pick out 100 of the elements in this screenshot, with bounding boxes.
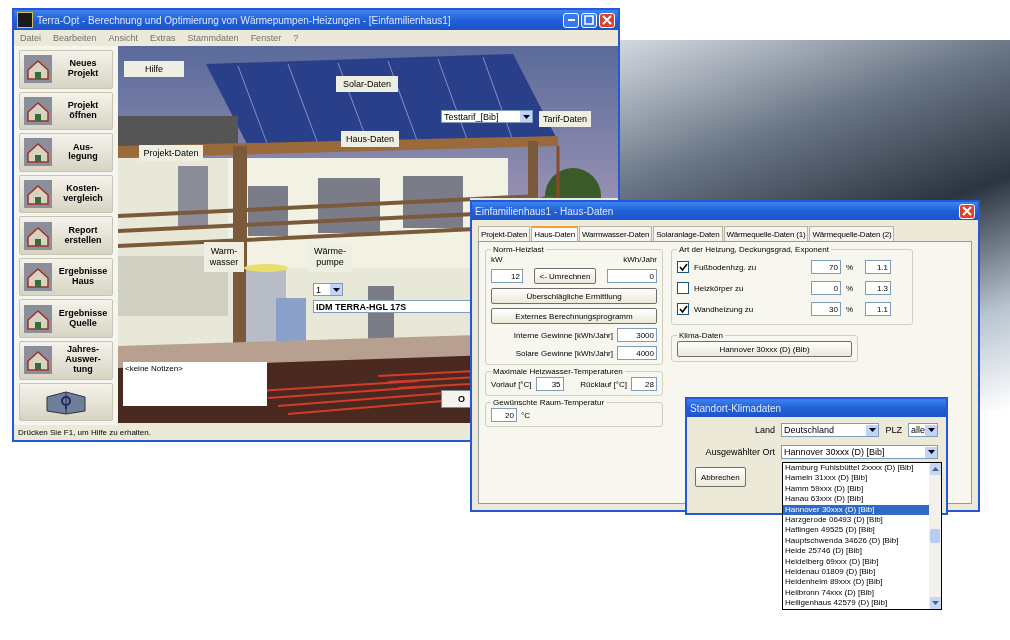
tab[interactable]: Wärmequelle-Daten (1)	[723, 226, 809, 241]
pump-model-select[interactable]: IDM TERRA-HGL 17S	[313, 300, 473, 313]
checkbox-label: Heizkörper zu	[694, 283, 745, 293]
house-icon	[24, 346, 52, 375]
number-field[interactable]: 70	[811, 260, 841, 274]
sidebar-button[interactable]: Report erstellen	[19, 216, 113, 255]
sidebar-button[interactable]: Ergebnisse Haus	[19, 257, 113, 297]
list-item[interactable]: Hameln 31xxx (D) [Bib]	[783, 473, 929, 484]
number-field[interactable]: 28	[631, 377, 657, 391]
number-field[interactable]: 0	[607, 269, 657, 283]
unit-label: %	[846, 283, 855, 293]
field-label: Interne Gewinne [kWh/Jahr]	[513, 330, 613, 340]
external-program-button[interactable]: Externes Berechnungsprogramm	[491, 308, 657, 324]
number-field[interactable]: 35	[535, 377, 564, 391]
number-field[interactable]: 1.3	[865, 281, 891, 295]
convert-button[interactable]: <- Umrechnen	[533, 268, 597, 284]
list-item[interactable]: Heidelberg 69xxx (D) [Bib]	[783, 556, 929, 567]
list-item[interactable]: Hannover 30xxx (D) [Bib]	[783, 504, 929, 515]
pump-count-select[interactable]: 1	[313, 283, 343, 296]
sidebar-button[interactable]: Neues Projekt	[19, 50, 113, 89]
number-field[interactable]: 30	[811, 302, 841, 316]
sidebar-button[interactable]: Jahres- Auswer- tung	[19, 340, 113, 380]
field-label: PLZ	[885, 425, 902, 435]
maximize-button[interactable]	[581, 12, 597, 28]
climate-location-button[interactable]: Hannover 30xxx (D) (Bib)	[677, 341, 852, 357]
list-item[interactable]: Hamburg Fuhlsbüttel 2xxxx (D) [Bib]	[783, 463, 929, 474]
number-field[interactable]: 1.1	[865, 260, 891, 274]
scene-label-button[interactable]: Hilfe	[124, 61, 184, 77]
dropdown-arrow-icon	[330, 284, 342, 295]
close-button[interactable]	[959, 203, 975, 219]
house-icon	[24, 96, 52, 125]
tab[interactable]: Wärmequelle-Daten (2)	[809, 226, 895, 241]
unit-label: %	[846, 304, 855, 314]
unit-label: kW	[491, 255, 503, 264]
window-title: Terra-Opt - Berechnung und Optimierung von Wärmepumpen-Heizungen - [Einfamilienhaus1]	[37, 14, 452, 26]
checkbox[interactable]	[677, 261, 689, 273]
list-item[interactable]: Hanau 63xxx (D) [Bib]	[783, 494, 929, 505]
group-label: Art der Heizung, Deckungsgrad, Exponent	[678, 245, 830, 254]
field-label: Land	[753, 425, 775, 435]
list-item[interactable]: Hamm 59xxx (D) [Bib]	[783, 483, 929, 495]
help-button[interactable]	[19, 382, 113, 422]
scene-label-button[interactable]: Warm- wasser	[204, 242, 244, 272]
list-item[interactable]: Hauptschwenda 34626 (D) [Bib]	[783, 535, 929, 547]
checkbox[interactable]	[677, 282, 689, 294]
group-label: Norm-Heizlast	[492, 245, 545, 254]
dialog-title: Einfamilienhaus1 - Haus-Daten	[475, 205, 615, 217]
number-field[interactable]: 1.1	[865, 302, 891, 316]
number-field[interactable]: 0	[811, 281, 841, 295]
sidebar-button[interactable]: Ergebnisse Quelle	[19, 299, 113, 338]
group-label: Gewünschte Raum-Temperatur	[492, 398, 606, 407]
field-label: Solare Gewinne [kWh/Jahr]	[515, 348, 613, 358]
place-select[interactable]: Hannover 30xxx (D) [Bib]	[781, 445, 938, 459]
minimize-icon	[567, 19, 575, 21]
menu-item[interactable]: Ansicht	[108, 33, 139, 43]
number-field[interactable]: 3000	[617, 328, 657, 342]
list-item[interactable]: Heidenheim 89xxx (D) [Bib]	[783, 577, 929, 588]
menu-item[interactable]: Datei	[20, 33, 41, 43]
checkbox[interactable]	[677, 303, 689, 315]
tariff-select[interactable]: Testtarif_[Bib]	[441, 110, 533, 123]
sidebar-button[interactable]: Kosten- vergleich	[19, 174, 113, 214]
country-select[interactable]: Deutschland	[781, 423, 880, 437]
scene-label-button[interactable]: Tarif-Daten	[539, 111, 591, 127]
notes-field[interactable]: <keine Notizen>	[123, 362, 267, 406]
tab[interactable]: Projekt-Daten	[478, 226, 531, 241]
menu-item[interactable]: Stammdaten	[187, 33, 239, 43]
checkbox-label: Fußbodenhzg. zu	[694, 262, 758, 272]
scene-label-button[interactable]: Projekt-Daten	[139, 145, 203, 161]
menu-item[interactable]: ?	[293, 33, 299, 43]
minimize-button[interactable]	[563, 12, 579, 28]
list-item[interactable]: Haflingen 49525 (D) [Bib]	[783, 525, 929, 536]
sidebar-button[interactable]: Projekt öffnen	[19, 91, 113, 131]
cancel-button[interactable]: Abbrechen	[695, 467, 746, 487]
scrollbar[interactable]	[929, 463, 941, 609]
scroll-thumb[interactable]	[930, 529, 940, 543]
tab[interactable]: Warmwasser-Daten	[579, 226, 653, 241]
scene-label-button[interactable]: Haus-Daten	[341, 131, 399, 147]
menu-item[interactable]: Bearbeiten	[53, 33, 97, 43]
list-item[interactable]: Heilbronn 74xxx (D) [Bib]	[783, 587, 929, 599]
sidebar-button[interactable]: Aus- legung	[19, 133, 113, 172]
estimate-button[interactable]: Überschlägliche Ermittlung	[491, 288, 657, 304]
status-text: Drücken Sie F1, um Hilfe zu erhalten.	[18, 428, 151, 437]
menu-item[interactable]: Extras	[150, 33, 176, 43]
list-item[interactable]: Harzgerode 06493 (D) [Bib]	[783, 514, 929, 526]
close-icon	[602, 15, 612, 25]
list-item[interactable]: Heiligenhaus 42579 (D) [Bib]	[783, 598, 929, 609]
zip-select[interactable]: alle	[908, 423, 938, 437]
group-label: Maximale Heizwasser-Temperaturen	[492, 367, 624, 376]
menu-item[interactable]: Fenster	[250, 33, 282, 43]
number-field[interactable]: 4000	[617, 346, 657, 360]
scroll-up-icon	[929, 463, 941, 475]
tab[interactable]: Solaranlage-Daten	[653, 226, 723, 241]
number-field[interactable]: 12	[491, 269, 523, 283]
number-field[interactable]: 20	[491, 408, 517, 422]
app-icon	[17, 12, 33, 28]
dropdown-arrow-icon	[520, 111, 532, 122]
list-item[interactable]: Heidenau 01809 (D) [Bib]	[783, 566, 929, 578]
close-button[interactable]	[599, 12, 615, 28]
list-item[interactable]: Heide 25746 (D) [Bib]	[783, 546, 929, 557]
scene-label-button[interactable]: Solar-Daten	[336, 76, 398, 92]
house-icon	[24, 138, 52, 167]
